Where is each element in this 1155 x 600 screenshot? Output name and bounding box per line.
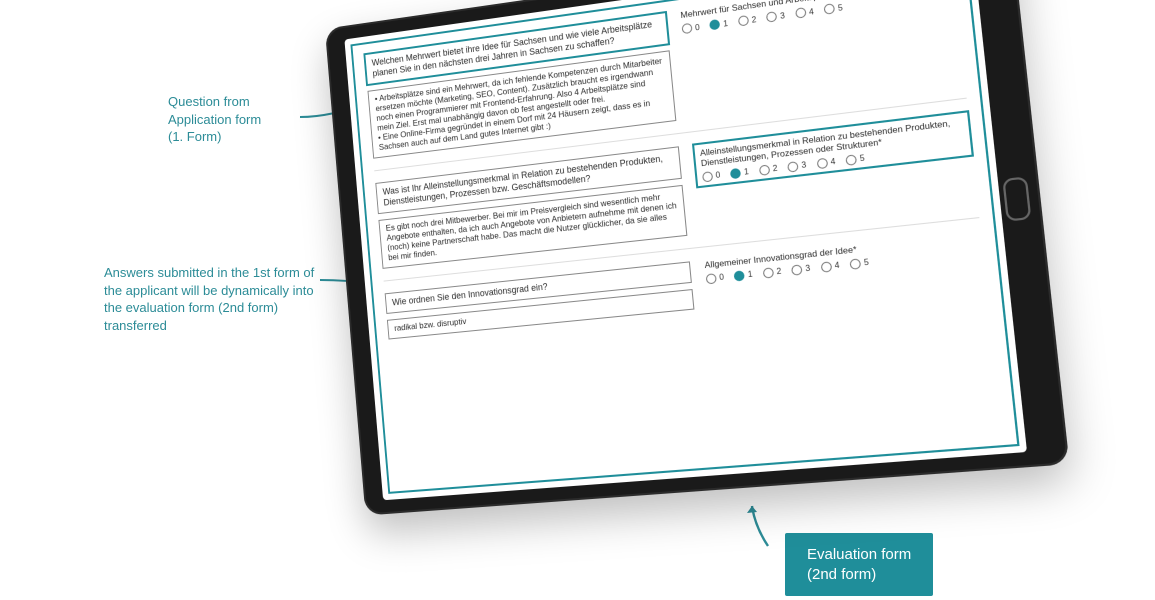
rating-block: Mehrwert für Sachsen und Arbeitsplatzsch… <box>680 0 956 34</box>
rating-number: 2 <box>751 14 757 24</box>
rating-number: 3 <box>805 264 811 274</box>
tablet-screen: Welchen Mehrwert bietet ihre Idee für Sa… <box>344 0 1027 500</box>
rating-option[interactable]: 4 <box>795 6 814 19</box>
rating-number: 5 <box>838 3 844 13</box>
radio-icon <box>795 7 807 19</box>
rating-option[interactable]: 5 <box>850 257 870 269</box>
radio-icon <box>850 258 862 270</box>
evaluation-form-outline: Welchen Mehrwert bietet ihre Idee für Sa… <box>350 0 1019 494</box>
form-left-column: Welchen Mehrwert bietet ihre Idee für Sa… <box>364 12 676 159</box>
rating-option[interactable]: 0 <box>681 22 700 35</box>
rating-number: 1 <box>744 167 750 177</box>
tablet-perspective-stage: Welchen Mehrwert bietet ihre Idee für Sa… <box>345 20 1025 520</box>
rating-number: 2 <box>772 164 778 174</box>
rating-option[interactable]: 4 <box>820 260 840 272</box>
rating-option[interactable]: 0 <box>702 170 721 182</box>
rating-block: Allgemeiner Innovationsgrad der Idee*012… <box>704 231 983 285</box>
rating-number: 5 <box>864 258 870 268</box>
radio-icon <box>734 270 745 281</box>
rating-option[interactable]: 1 <box>730 167 749 179</box>
tablet-device: Welchen Mehrwert bietet ihre Idee für Sa… <box>325 0 1070 516</box>
rating-number: 4 <box>830 157 836 167</box>
form-left-column: Wie ordnen Sie den Innovationsgrad ein?r… <box>385 261 695 339</box>
radio-icon <box>730 168 741 179</box>
rating-number: 1 <box>747 270 753 280</box>
rating-number: 3 <box>801 161 807 171</box>
diagram-canvas: Question fromApplication form(1. Form) A… <box>0 0 1155 600</box>
rating-number: 4 <box>808 7 814 17</box>
form-right-column: Alleinstellungsmerkmal in Relation zu be… <box>693 111 973 187</box>
rating-option[interactable]: 4 <box>816 157 836 170</box>
radio-icon <box>766 11 777 23</box>
rating-block: Alleinstellungsmerkmal in Relation zu be… <box>693 111 973 187</box>
rating-option[interactable]: 1 <box>734 269 753 281</box>
rating-number: 0 <box>695 22 700 32</box>
radio-icon <box>816 158 828 170</box>
rating-option[interactable]: 3 <box>766 10 785 23</box>
rating-option[interactable]: 0 <box>705 272 724 284</box>
radio-icon <box>791 264 803 275</box>
radio-icon <box>787 161 799 173</box>
form-right-column: Mehrwert für Sachsen und Arbeitsplatzsch… <box>680 0 956 34</box>
rating-option[interactable]: 2 <box>738 14 757 27</box>
rating-option[interactable]: 1 <box>709 18 728 31</box>
badge-evaluation-form: Evaluation form(2nd form) <box>785 533 933 596</box>
radio-icon <box>702 171 713 182</box>
rating-number: 1 <box>723 18 728 28</box>
annotation-answers-transferred: Answers submitted in the 1st form of the… <box>104 264 324 334</box>
rating-number: 5 <box>859 154 865 164</box>
tablet-home-button <box>1002 176 1031 221</box>
radio-icon <box>759 164 770 175</box>
rating-number: 0 <box>715 171 720 181</box>
rating-option[interactable]: 2 <box>759 164 778 176</box>
rating-option[interactable]: 2 <box>762 266 781 278</box>
form-right-column: Allgemeiner Innovationsgrad der Idee*012… <box>704 231 983 285</box>
rating-number: 0 <box>719 273 725 283</box>
rating-number: 3 <box>780 10 786 20</box>
radio-icon <box>709 19 720 31</box>
radio-icon <box>705 273 716 284</box>
rating-number: 2 <box>776 267 782 277</box>
rating-option[interactable]: 5 <box>824 2 844 15</box>
rating-option[interactable]: 3 <box>787 160 806 172</box>
radio-icon <box>762 267 773 278</box>
radio-icon <box>846 154 858 166</box>
rating-option[interactable]: 5 <box>846 153 866 166</box>
rating-number: 4 <box>834 261 840 271</box>
radio-icon <box>824 3 836 15</box>
evaluation-form-body: Welchen Mehrwert bietet ihre Idee für Sa… <box>356 0 1012 487</box>
rating-option[interactable]: 3 <box>791 263 810 275</box>
radio-icon <box>681 23 692 34</box>
radio-icon <box>738 15 749 27</box>
radio-icon <box>820 261 832 273</box>
